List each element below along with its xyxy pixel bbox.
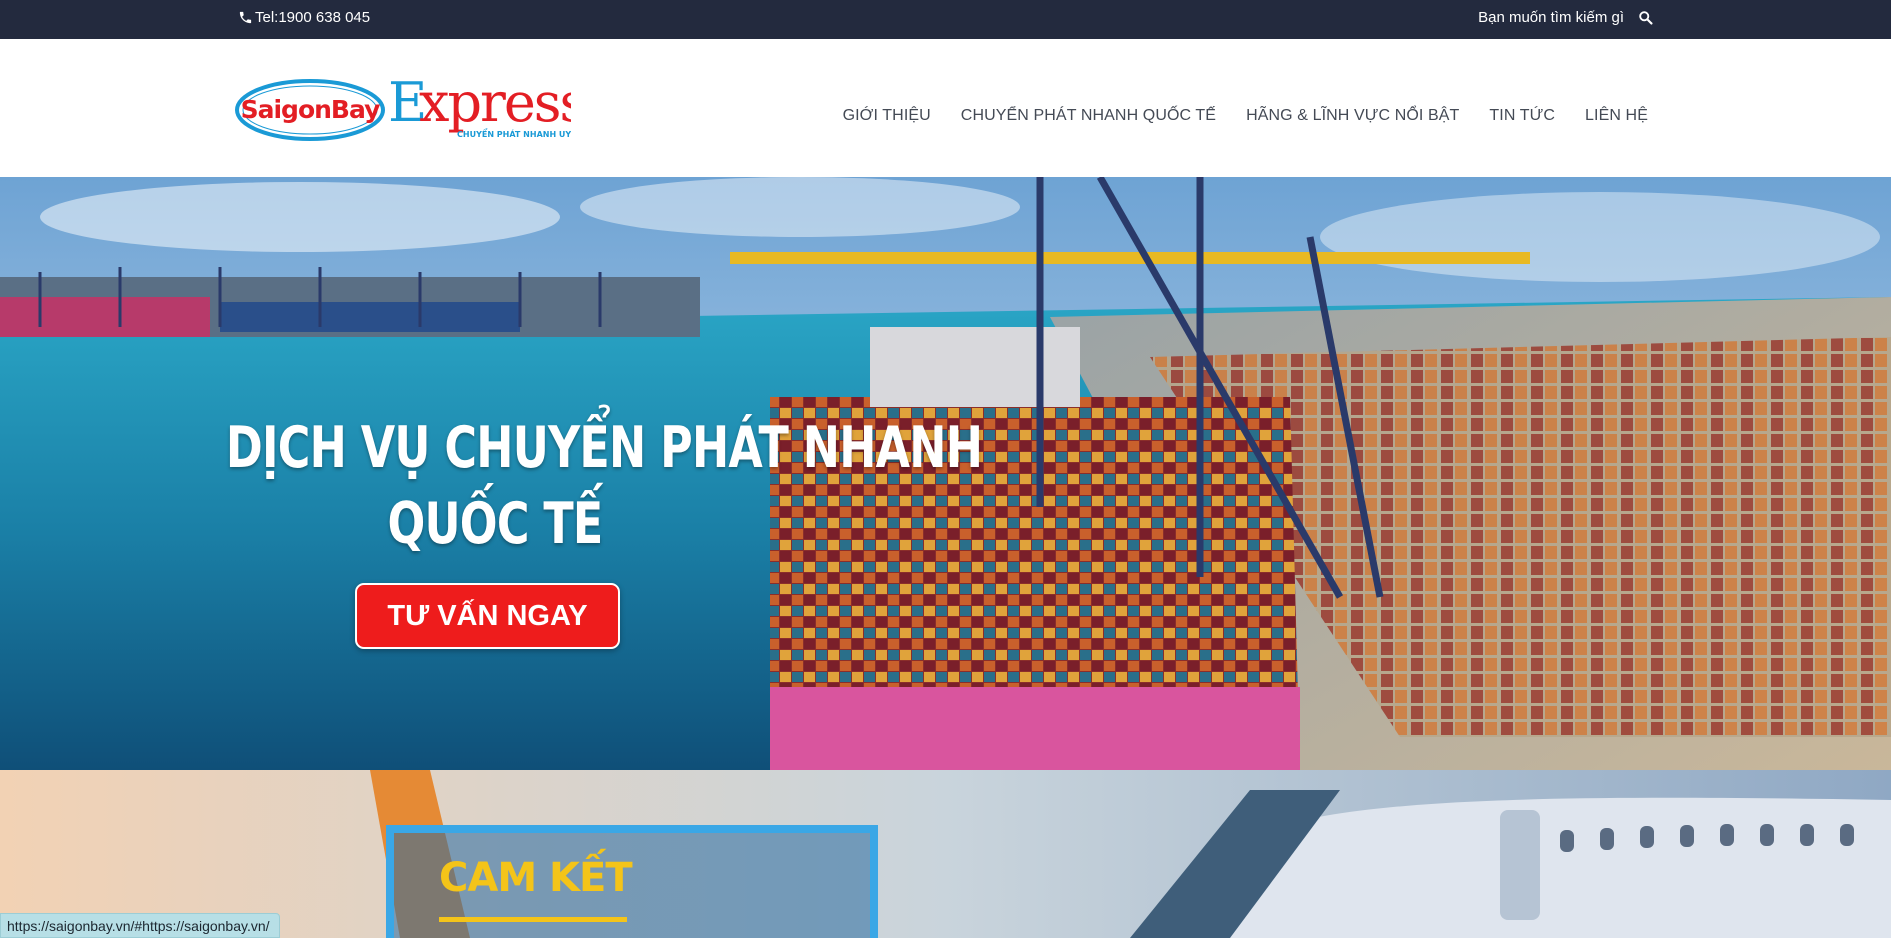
consult-now-button[interactable]: TƯ VẤN NGAY	[355, 583, 620, 649]
nav-item-chuyen-phat-nhanh-quoc-te[interactable]: CHUYỂN PHÁT NHANH QUỐC TẾ	[946, 107, 1231, 125]
hero-title-line-1: DỊCH VỤ CHUYỂN PHÁT NHANH	[225, 415, 983, 481]
search-toggle[interactable]: Bạn muốn tìm kiếm gì	[1478, 9, 1653, 26]
airplane-background-image	[0, 770, 1891, 938]
phone-contact[interactable]: Tel:1900 638 045	[238, 9, 370, 26]
main-nav: GIỚI THIỆU CHUYỂN PHÁT NHANH QUỐC TẾ HÃN…	[828, 107, 1648, 125]
nav-item-hang-linh-vuc[interactable]: HÃNG & LĨNH VỰC NỔI BẬT	[1231, 107, 1474, 125]
commitment-box: CAM KẾT	[386, 825, 878, 938]
commitment-underline	[439, 917, 627, 922]
link-status-bar: https://saigonbay.vn/#https://saigonbay.…	[0, 913, 280, 938]
logo-brand-text: SaigonBay	[241, 95, 380, 124]
phone-number: Tel:1900 638 045	[255, 9, 371, 26]
nav-item-gioi-thieu[interactable]: GIỚI THIỆU	[828, 107, 946, 125]
saigonbay-express-logo[interactable]: SaigonBay E xpress CHUYỂN PHÁT NHANH UY …	[235, 72, 571, 152]
site-header: SaigonBay E xpress CHUYỂN PHÁT NHANH UY …	[0, 39, 1891, 177]
search-label: Bạn muốn tìm kiếm gì	[1478, 9, 1624, 26]
search-icon	[1639, 11, 1653, 25]
nav-item-tin-tuc[interactable]: TIN TỨC	[1474, 107, 1570, 125]
commitment-section: CAM KẾT	[0, 770, 1891, 938]
hero-title-line-2: QUỐC TẾ	[387, 491, 603, 557]
logo-express-rest: xpress	[419, 72, 571, 134]
hero-title: DỊCH VỤ CHUYỂN PHÁT NHANH QUỐC TẾ	[225, 410, 983, 562]
nav-item-lien-he[interactable]: LIÊN HỆ	[1570, 107, 1648, 125]
hero-banner[interactable]: DỊCH VỤ CHUYỂN PHÁT NHANH QUỐC TẾ TƯ VẤN…	[0, 177, 1891, 770]
top-bar: Tel:1900 638 045 Bạn muốn tìm kiếm gì	[0, 0, 1891, 39]
phone-icon	[239, 11, 252, 24]
commitment-title: CAM KẾT	[439, 855, 633, 901]
